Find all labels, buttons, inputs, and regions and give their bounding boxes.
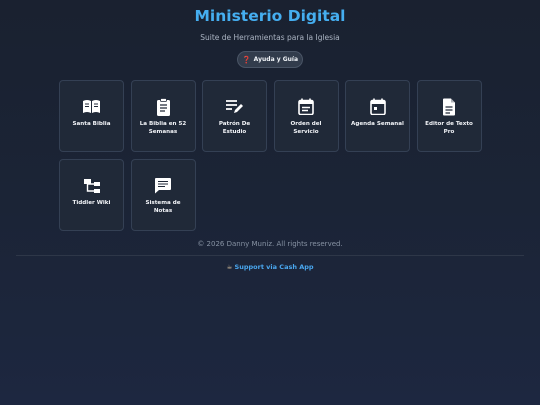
app-card-label: Patrón De Estudio xyxy=(218,121,251,135)
app-card-label: Santa Biblia xyxy=(72,121,111,127)
app-card-tiddler-wiki[interactable]: Tiddler Wiki xyxy=(59,159,124,231)
tree-icon xyxy=(82,176,101,195)
support-link[interactable]: ☕ Support via Cash App xyxy=(0,263,540,271)
book-open-icon xyxy=(82,97,101,116)
document-icon xyxy=(440,97,459,116)
help-button[interactable]: ❓ Ayuda y Guía xyxy=(237,51,303,68)
app-card-label: Tiddler Wiki xyxy=(72,200,111,206)
app-card-agenda-semanal[interactable]: Agenda Semanal xyxy=(345,80,410,152)
coffee-icon: ☕ xyxy=(226,263,233,271)
support-link-label: Support via Cash App xyxy=(234,263,314,271)
question-icon: ❓ xyxy=(241,55,251,64)
app-grid: Santa Biblia La Biblia en 52 Semanas Pat… xyxy=(59,80,483,231)
help-button-label: Ayuda y Guía xyxy=(253,56,299,63)
app-card-sistema-notas[interactable]: Sistema de Notas xyxy=(130,159,196,231)
app-card-editor-texto[interactable]: Editor de Texto Pro xyxy=(416,80,482,152)
app-card-orden-servicio[interactable]: Orden del Servicio xyxy=(273,80,339,152)
app-card-patron-estudio[interactable]: Patrón De Estudio xyxy=(202,80,267,152)
app-card-label: Editor de Texto Pro xyxy=(425,121,473,135)
footer-divider xyxy=(16,255,524,256)
list-edit-icon xyxy=(225,97,244,116)
app-card-biblia-52[interactable]: La Biblia en 52 Semanas xyxy=(130,80,196,152)
app-card-label: Sistema de Notas xyxy=(145,200,181,214)
calendar-icon xyxy=(368,97,387,116)
app-card-label: Orden del Servicio xyxy=(290,121,322,135)
page-title: Ministerio Digital xyxy=(194,7,346,25)
app-card-label: La Biblia en 52 Semanas xyxy=(139,121,187,135)
clipboard-icon xyxy=(154,97,173,116)
page-subtitle: Suite de Herramientas para la Iglesia xyxy=(200,33,340,42)
copyright-text: © 2026 Danny Muniz. All rights reserved. xyxy=(197,240,343,248)
notes-icon xyxy=(154,176,173,195)
app-card-santa-biblia[interactable]: Santa Biblia xyxy=(59,80,124,152)
app-card-label: Agenda Semanal xyxy=(351,121,404,127)
calendar-list-icon xyxy=(297,97,316,116)
